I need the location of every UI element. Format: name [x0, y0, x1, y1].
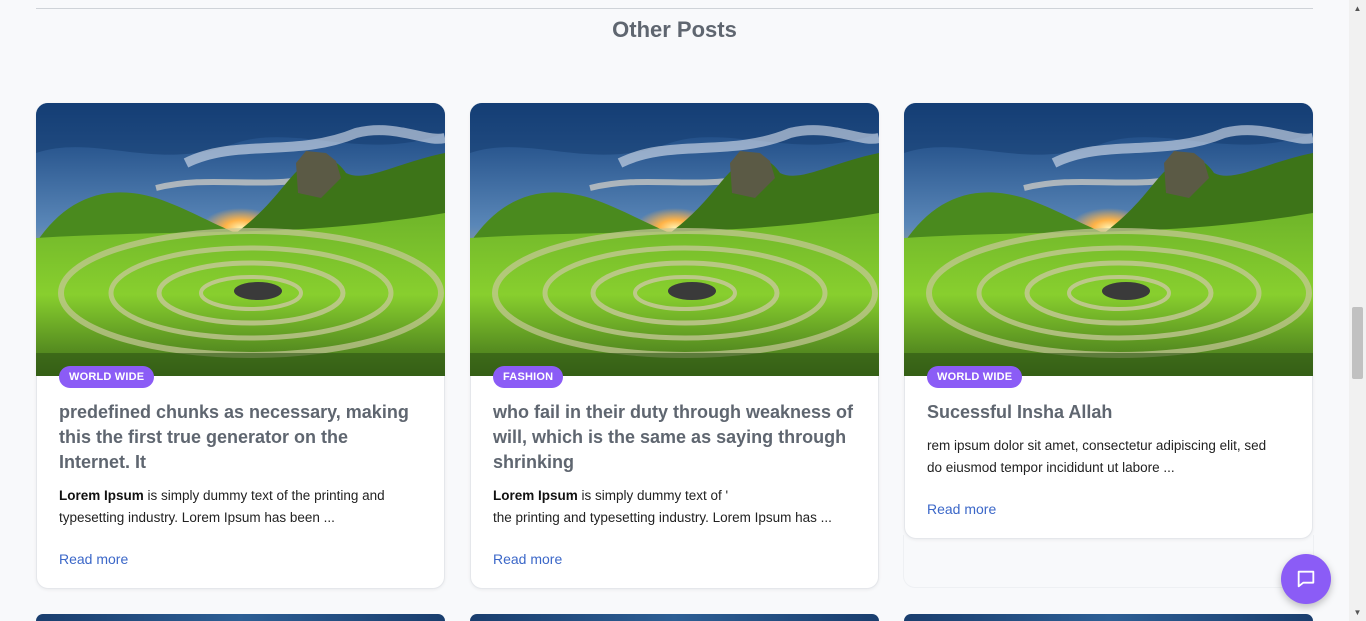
excerpt-line-2: do eiusmod tempor incididunt ut labore .… — [927, 460, 1175, 475]
excerpt-line-1: rem ipsum dolor sit amet, consectetur ad… — [927, 438, 1267, 453]
read-more-link[interactable]: Read more — [493, 551, 562, 567]
post-image[interactable] — [470, 103, 879, 376]
excerpt-line-1: is simply dummy text of the printing and — [143, 488, 385, 503]
card-shadow — [903, 535, 1314, 588]
post-excerpt: Lorem Ipsum is simply dummy text of the … — [59, 485, 422, 529]
category-badge[interactable]: WORLD WIDE — [927, 366, 1023, 388]
next-card-image-peek[interactable] — [904, 614, 1313, 621]
section-divider — [36, 8, 1313, 9]
post-excerpt: rem ipsum dolor sit amet, consectetur ad… — [927, 435, 1290, 479]
chat-bubble-icon — [1297, 570, 1315, 588]
read-more-link[interactable]: Read more — [59, 551, 128, 567]
post-card-2[interactable]: FASHION who fail in their duty through w… — [470, 103, 879, 589]
read-more-link[interactable]: Read more — [927, 501, 996, 517]
post-title[interactable]: who fail in their duty through weakness … — [493, 400, 856, 475]
scroll-up-arrow-icon[interactable]: ▲ — [1349, 0, 1366, 17]
next-card-image-peek[interactable] — [470, 614, 879, 621]
post-card-3[interactable]: WORLD WIDE Sucessful Insha Allah rem ips… — [904, 103, 1313, 539]
post-excerpt: Lorem Ipsum is simply dummy text of ' the… — [493, 485, 856, 529]
section-title: Other Posts — [612, 17, 737, 42]
excerpt-line-2: typesetting industry. Lorem Ipsum has be… — [59, 510, 335, 525]
post-title[interactable]: Sucessful Insha Allah — [927, 400, 1290, 425]
excerpt-bold: Lorem Ipsum — [493, 488, 578, 503]
post-title[interactable]: predefined chunks as necessary, making t… — [59, 400, 422, 475]
post-image[interactable] — [36, 103, 445, 376]
vertical-scrollbar[interactable]: ▲ ▼ — [1349, 0, 1366, 621]
post-card-1[interactable]: WORLD WIDE predefined chunks as necessar… — [36, 103, 445, 589]
category-badge[interactable]: FASHION — [493, 366, 564, 388]
chat-button[interactable] — [1281, 554, 1331, 604]
scroll-down-arrow-icon[interactable]: ▼ — [1349, 604, 1366, 621]
excerpt-line-2: the printing and typesetting industry. L… — [493, 510, 832, 525]
excerpt-bold: Lorem Ipsum — [59, 488, 144, 503]
scrollbar-thumb[interactable] — [1352, 307, 1363, 379]
post-image[interactable] — [904, 103, 1313, 376]
excerpt-line-1: is simply dummy text of ' — [577, 488, 729, 503]
next-card-image-peek[interactable] — [36, 614, 445, 621]
category-badge[interactable]: WORLD WIDE — [59, 366, 155, 388]
